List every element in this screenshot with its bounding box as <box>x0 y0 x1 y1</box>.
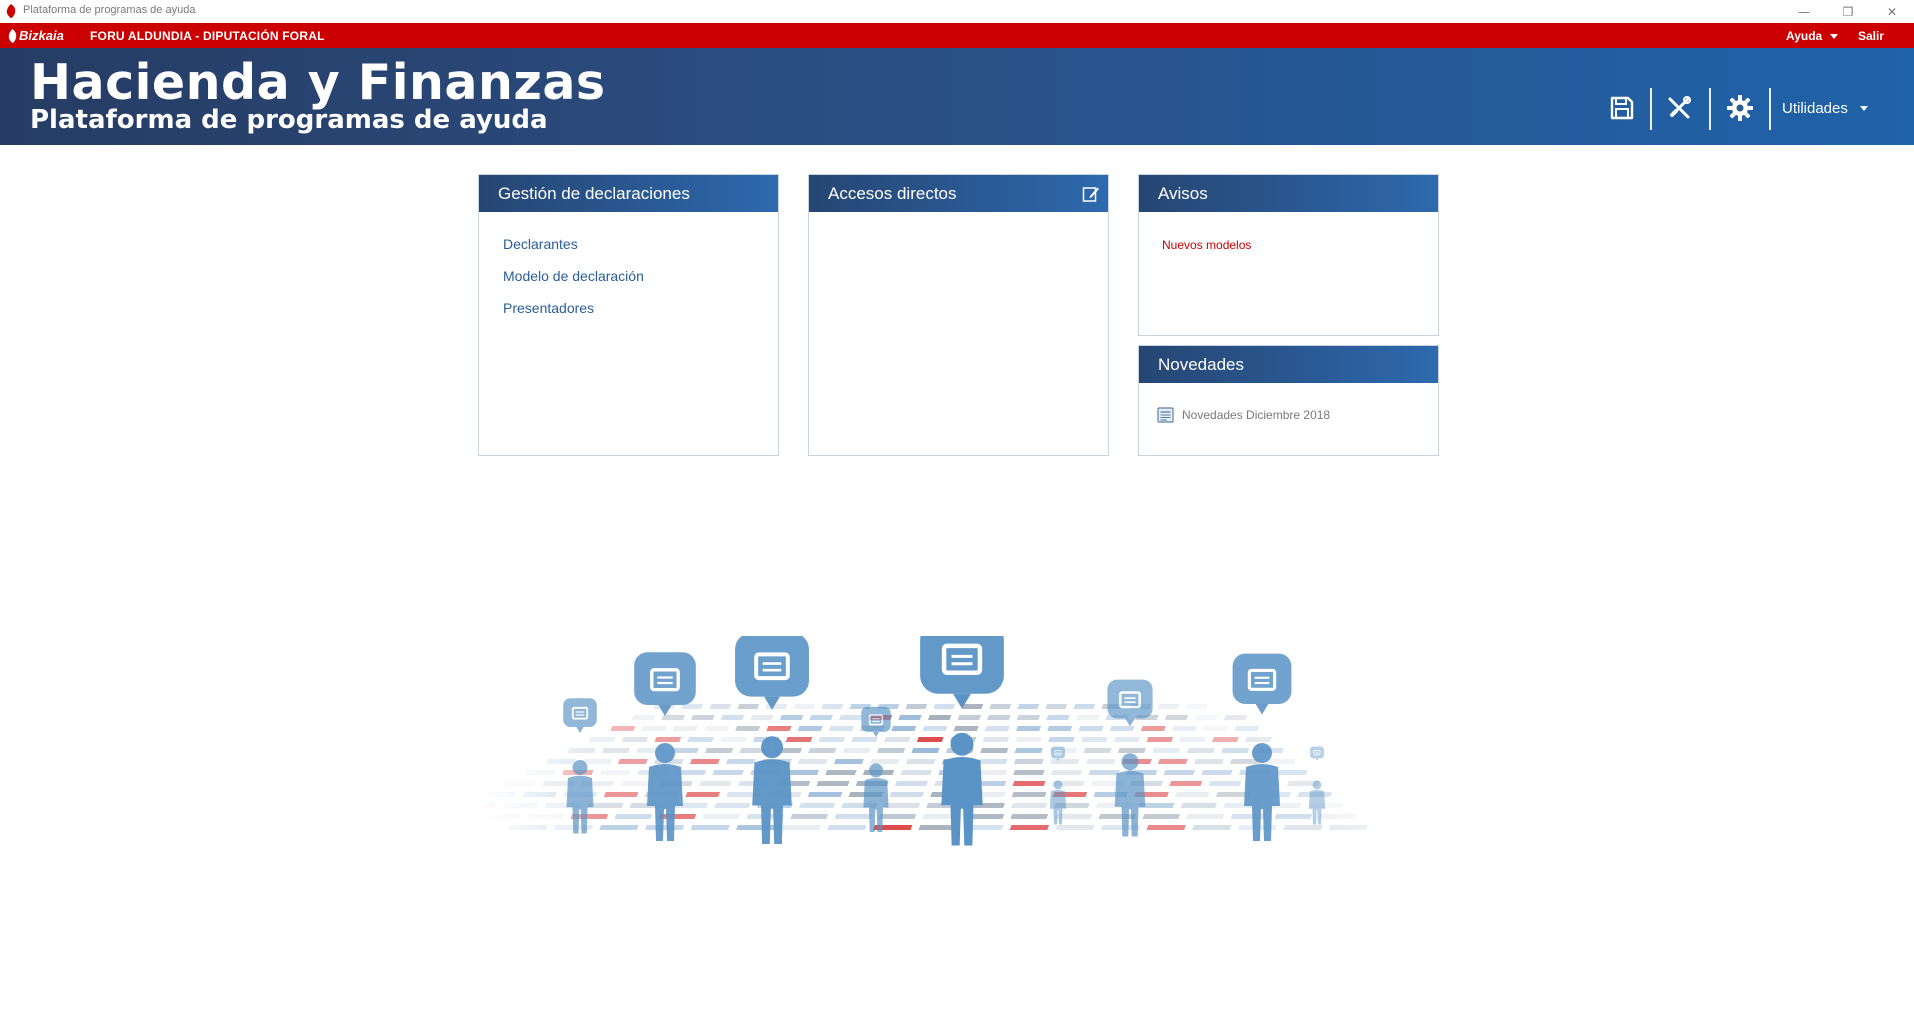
panel-header: Gestión de declaraciones <box>479 175 778 212</box>
chevron-down-icon <box>1859 106 1868 111</box>
news-item[interactable]: Novedades Diciembre 2018 <box>1157 406 1330 424</box>
toolbar-separator <box>1709 88 1711 130</box>
link-presentadores[interactable]: Presentadores <box>503 300 594 316</box>
panel-title: Gestión de declaraciones <box>498 183 690 203</box>
utilities-menu[interactable]: Utilidades <box>1782 100 1868 117</box>
utilities-label: Utilidades <box>1782 100 1848 117</box>
panel-avisos: Avisos Nuevos modelos <box>1138 174 1439 336</box>
panel-novedades: Novedades Novedades Diciembre 2018 <box>1138 345 1439 456</box>
panel-header: Novedades <box>1139 346 1438 383</box>
people-network-illustration <box>480 636 1440 846</box>
help-label: Ayuda <box>1786 29 1823 43</box>
settings-button[interactable] <box>1718 86 1762 130</box>
page-subtitle: Plataforma de programas de ayuda <box>30 105 548 135</box>
save-icon <box>1610 96 1634 120</box>
notice-item[interactable]: Nuevos modelos <box>1162 238 1251 252</box>
save-button[interactable] <box>1600 86 1644 130</box>
organization-name: FORU ALDUNDIA - DIPUTACIÓN FORAL <box>90 29 325 43</box>
restore-button[interactable]: ❐ <box>1826 0 1870 23</box>
tools-icon <box>1668 96 1691 119</box>
logo-text: Bizkaia <box>19 28 64 43</box>
toolbar-separator <box>1769 88 1771 130</box>
bizkaia-leaf-icon <box>8 28 17 43</box>
panel-title: Accesos directos <box>828 183 957 203</box>
help-menu[interactable]: Ayuda <box>1786 29 1839 43</box>
app-icon <box>6 4 16 18</box>
top-bar: Bizkaia FORU ALDUNDIA - DIPUTACIÓN FORAL… <box>0 23 1914 48</box>
toolbar-separator <box>1650 88 1652 130</box>
page-title: Hacienda y Finanzas <box>30 54 606 111</box>
bizkaia-logo: Bizkaia <box>8 26 64 45</box>
link-modelo-declaracion[interactable]: Modelo de declaración <box>503 268 644 284</box>
window-titlebar: Plataforma de programas de ayuda — ❐ ✕ <box>0 0 1914 23</box>
app-header: Hacienda y Finanzas Plataforma de progra… <box>0 48 1914 145</box>
news-label: Novedades Diciembre 2018 <box>1182 408 1331 422</box>
panel-gestion-declaraciones: Gestión de declaraciones Declarantes Mod… <box>478 174 779 456</box>
gear-icon <box>1727 95 1753 121</box>
newspaper-icon <box>1157 407 1174 423</box>
link-declarantes[interactable]: Declarantes <box>503 236 578 252</box>
panel-accesos-directos: Accesos directos <box>808 174 1109 456</box>
panel-title: Novedades <box>1158 354 1245 374</box>
exit-link[interactable]: Salir <box>1858 29 1884 43</box>
minimize-button[interactable]: — <box>1782 0 1826 23</box>
panel-header: Accesos directos <box>809 175 1108 212</box>
close-button[interactable]: ✕ <box>1870 0 1914 23</box>
chevron-down-icon <box>1830 33 1839 39</box>
panel-title: Avisos <box>1158 183 1208 203</box>
tools-button[interactable] <box>1657 86 1701 130</box>
panel-header: Avisos <box>1139 175 1438 212</box>
edit-icon[interactable] <box>1082 185 1100 203</box>
window-title: Plataforma de programas de ayuda <box>23 4 196 16</box>
